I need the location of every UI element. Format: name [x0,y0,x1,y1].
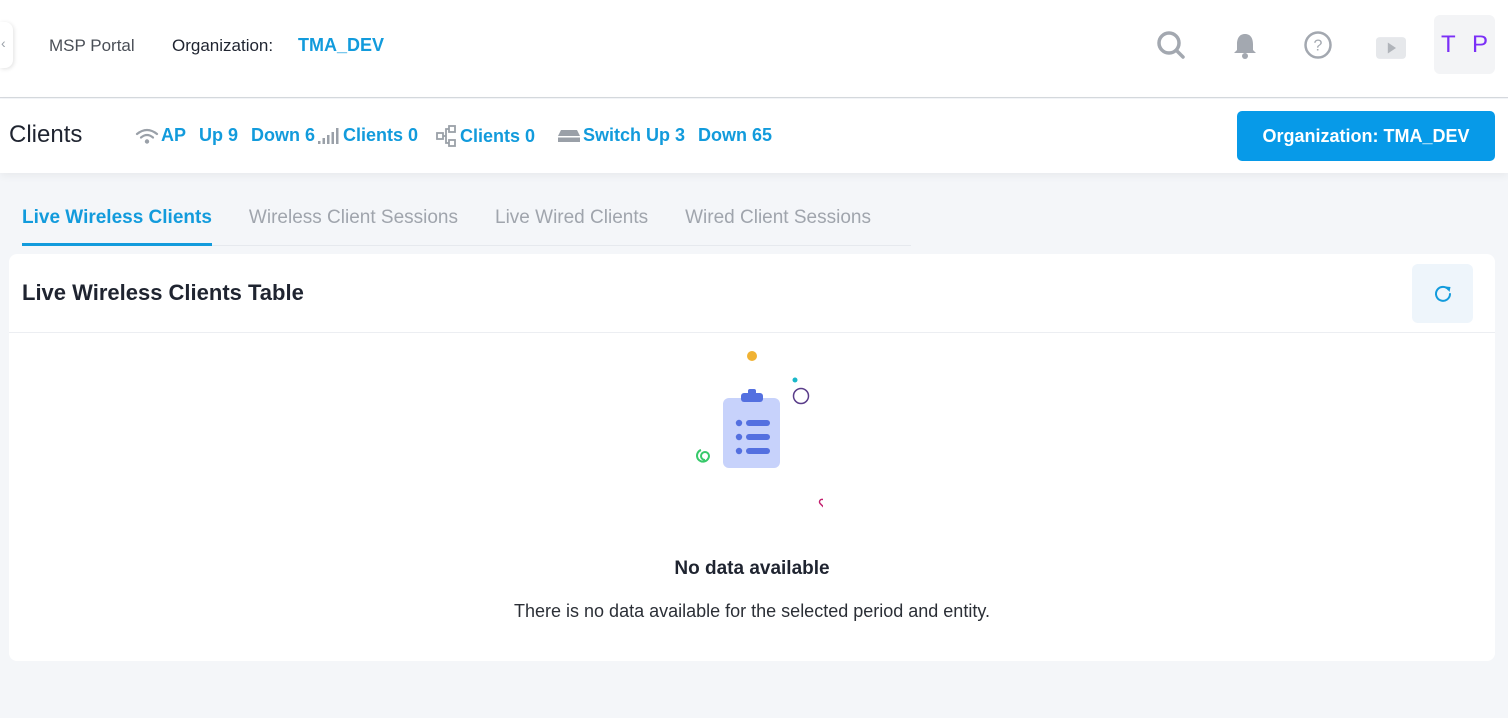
page-title: Clients [9,121,83,148]
tab-live-wired-clients[interactable]: Live Wired Clients [495,205,648,246]
clients-summary-bar: Clients AP Up 9 Down 6 Clients 0 Clients… [0,99,1508,173]
switch-down-count: Down 65 [698,125,773,145]
tab-live-wireless-clients[interactable]: Live Wireless Clients [22,205,212,246]
signal-bars-icon [318,127,339,144]
card-header: Live Wireless Clients Table [9,254,1495,333]
empty-state-title: No data available [674,558,830,579]
network-icon [436,125,456,147]
help-icon[interactable]: ? [1303,30,1333,60]
switch-icon [558,129,580,142]
video-icon[interactable] [1376,33,1406,63]
switch-up-count: Switch Up 3 [583,125,686,145]
svg-text:?: ? [1314,38,1323,55]
ap-label: AP [161,125,187,145]
ap-status[interactable]: AP Up 9 Down 6 [135,125,315,146]
msp-portal-link[interactable]: MSP Portal [49,36,135,56]
live-wireless-clients-card: Live Wireless Clients Table No data avai… [9,254,1495,661]
sidebar-toggle[interactable]: ‹ [0,22,13,68]
bell-icon[interactable] [1230,30,1260,60]
wireless-clients-count: Clients 0 [343,125,419,145]
tab-wired-client-sessions[interactable]: Wired Client Sessions [685,205,871,246]
empty-clipboard-illustration [696,351,823,512]
top-header: ‹ MSP Portal Organization: TMA_DEV ? T P [0,0,1508,98]
wireless-clients-status[interactable]: Clients 0 [317,125,418,146]
wifi-icon [135,128,159,144]
switch-status[interactable]: Switch Up 3 Down 65 [557,125,772,146]
card-title: Live Wireless Clients Table [22,280,304,305]
organization-value[interactable]: TMA_DEV [298,35,384,56]
search-icon[interactable] [1156,30,1186,60]
client-tabs: Live Wireless Clients Wireless Client Se… [22,205,911,246]
ap-up-count: Up 9 [199,125,239,145]
organization-label: Organization: [172,36,274,55]
user-avatar[interactable]: T P [1434,15,1495,74]
chevron-left-icon: ‹ [1,35,6,51]
refresh-icon [1434,285,1451,302]
empty-state-description: There is no data available for the selec… [514,601,990,621]
tab-wireless-client-sessions[interactable]: Wireless Client Sessions [249,205,458,246]
wired-clients-status[interactable]: Clients 0 [436,125,535,147]
refresh-button[interactable] [1412,264,1473,323]
wired-clients-count: Clients 0 [460,125,536,146]
organization-button[interactable]: Organization: TMA_DEV [1237,111,1495,161]
ap-down-count: Down 6 [251,125,316,145]
